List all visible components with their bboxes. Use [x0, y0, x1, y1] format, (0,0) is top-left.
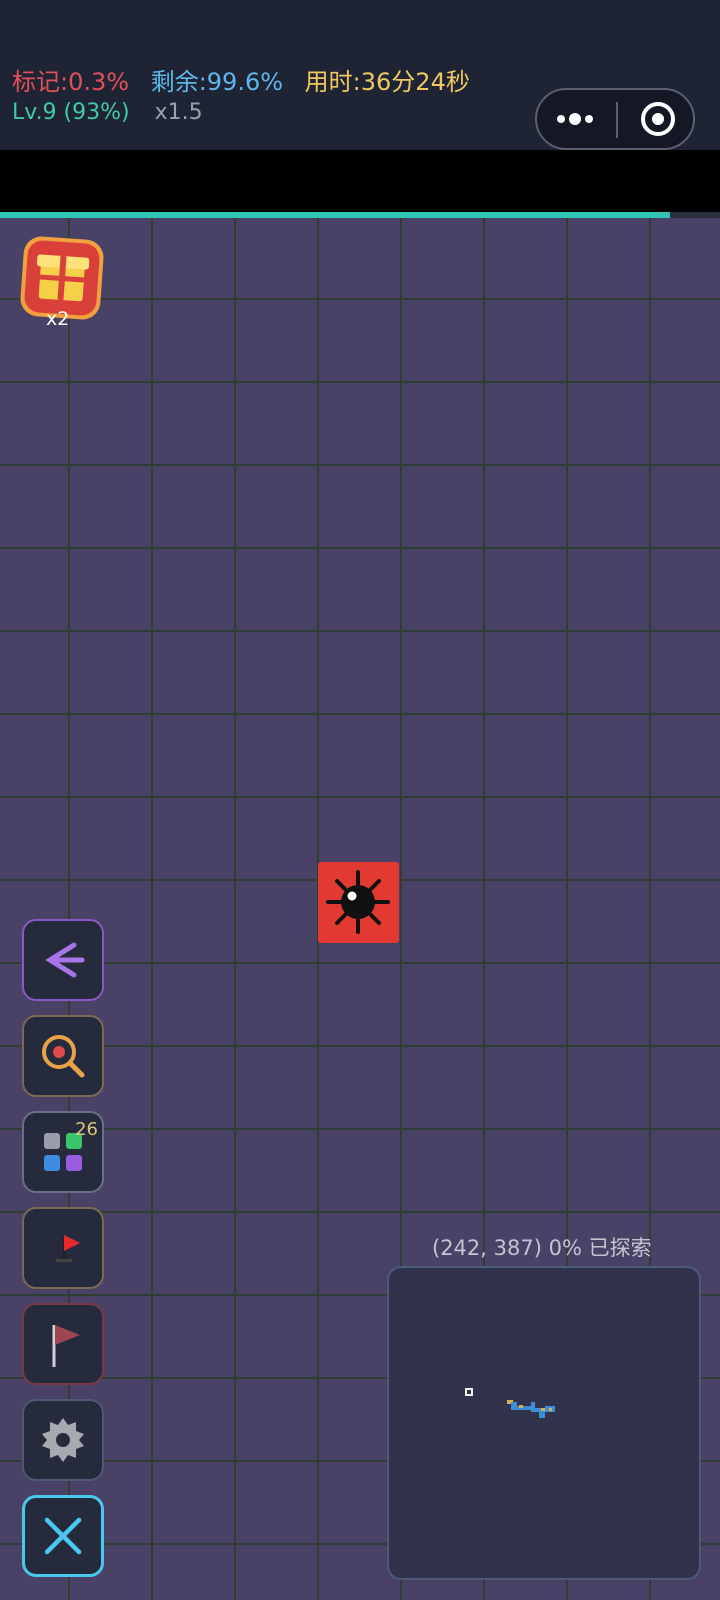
stats-row: 标记:0.3% 剩余:99.6% 用时:36分24秒 [12, 62, 484, 97]
remaining-percent: 剩余:99.6% [150, 68, 284, 96]
close-icon [44, 1517, 82, 1555]
mini-program-capsule [535, 88, 695, 150]
exit-mini-program-button[interactable] [618, 90, 696, 148]
undo-button[interactable] [22, 919, 104, 1001]
flag-icon [52, 1325, 80, 1367]
mine-icon [326, 870, 390, 934]
inventory-count: 26 [75, 1119, 98, 1140]
back-arrow-icon [45, 942, 85, 978]
minimap-canvas [465, 1388, 555, 1418]
minimap[interactable] [387, 1266, 701, 1580]
red-flag-icon [56, 1235, 80, 1262]
more-dots-icon [557, 113, 593, 125]
search-mine-button[interactable] [22, 1015, 104, 1097]
elapsed-time: 用时:36分24秒 [304, 68, 470, 96]
status-header: 标记:0.3% 剩余:99.6% 用时:36分24秒 Lv.9 (93%) x1… [0, 0, 720, 150]
speed-multiplier: x1.5 [154, 100, 203, 125]
place-flag-button[interactable] [22, 1207, 104, 1289]
search-icon [42, 1035, 85, 1078]
marked-percent: 标记:0.3% [12, 68, 130, 96]
gear-icon [42, 1418, 84, 1462]
close-button[interactable] [22, 1495, 104, 1577]
level-row: Lv.9 (93%) x1.5 [12, 100, 203, 125]
target-icon [641, 102, 675, 136]
settings-button[interactable] [22, 1399, 104, 1481]
gift-count: x2 [46, 308, 70, 330]
header-spacer [0, 150, 720, 212]
exploded-mine-cell[interactable] [318, 862, 399, 943]
flag-mode-button[interactable] [22, 1303, 104, 1385]
level-label: Lv.9 (93%) [12, 100, 130, 125]
minimap-coords: (242, 387) 0% 已探索 [432, 1236, 652, 1260]
inventory-button[interactable]: 26 [22, 1111, 104, 1193]
explored-path-marks [507, 1400, 555, 1418]
more-menu-button[interactable] [537, 90, 615, 148]
